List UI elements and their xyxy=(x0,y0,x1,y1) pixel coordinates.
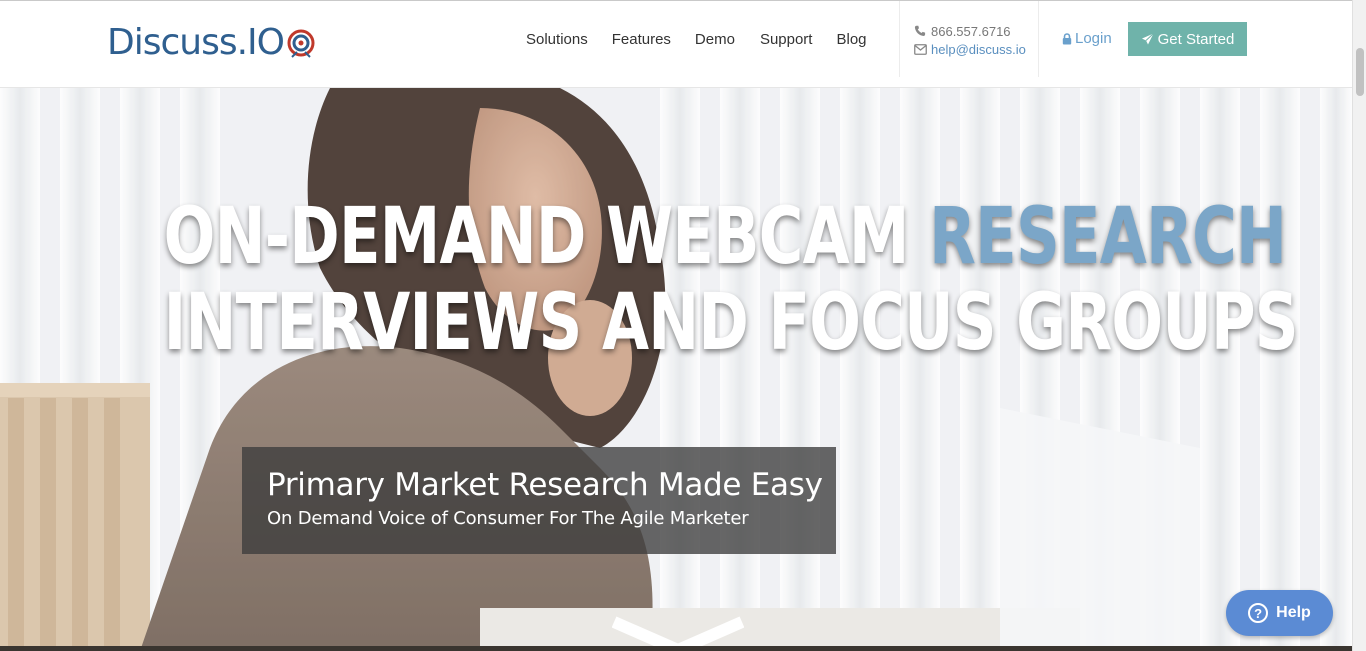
nav-item-solutions[interactable]: Solutions xyxy=(526,31,588,48)
get-started-label: Get Started xyxy=(1157,30,1235,48)
main-nav: Solutions Features Demo Support Blog xyxy=(526,31,891,48)
target-icon xyxy=(287,29,315,58)
phone-icon xyxy=(913,24,927,38)
headline-accent: RESEARCH xyxy=(929,192,1287,283)
tagline-box: Primary Market Research Made Easy On Dem… xyxy=(242,447,836,554)
get-started-button[interactable]: Get Started xyxy=(1128,22,1247,56)
hero-section: ON-DEMAND WEBCAM RESEARCH INTERVIEWS AND… xyxy=(0,88,1352,651)
contact-email-row[interactable]: help@discuss.io xyxy=(913,40,1038,58)
brand-logo[interactable]: Discuss.IO xyxy=(107,19,316,67)
tagline-subtitle: On Demand Voice of Consumer For The Agil… xyxy=(267,508,749,529)
headline-line-2: INTERVIEWS AND FOCUS GROUPS xyxy=(163,278,1299,369)
nav-item-features[interactable]: Features xyxy=(612,31,671,48)
help-label: Help xyxy=(1276,604,1311,621)
logo-text: Discuss.IO xyxy=(107,22,285,63)
rocket-icon xyxy=(1141,32,1154,46)
headline-line-1: ON-DEMAND WEBCAM RESEARCH xyxy=(163,192,1287,283)
hero-background-photo xyxy=(0,88,1352,651)
nav-item-support[interactable]: Support xyxy=(760,31,813,48)
contact-email: help@discuss.io xyxy=(931,41,1026,57)
contact-phone: 866.557.6716 xyxy=(931,23,1011,39)
contact-info: 866.557.6716 help@discuss.io xyxy=(899,1,1039,77)
envelope-icon xyxy=(913,42,927,56)
lock-icon xyxy=(1062,32,1072,45)
headline-part-1: ON-DEMAND WEBCAM xyxy=(163,192,930,283)
scrollbar-thumb[interactable] xyxy=(1356,48,1364,96)
tagline-title: Primary Market Research Made Easy xyxy=(267,467,823,503)
question-circle-icon: ? xyxy=(1248,603,1269,623)
contact-phone-row[interactable]: 866.557.6716 xyxy=(913,22,1038,40)
page-bottom-edge xyxy=(0,646,1352,651)
site-header: Discuss.IO Solutions Features Demo Suppo… xyxy=(0,0,1352,88)
help-button[interactable]: ? Help xyxy=(1226,590,1333,636)
login-label: Login xyxy=(1075,30,1112,47)
page-scrollbar[interactable] xyxy=(1352,0,1366,651)
nav-item-demo[interactable]: Demo xyxy=(695,31,735,48)
login-link[interactable]: Login xyxy=(1062,30,1112,47)
hero-headline: ON-DEMAND WEBCAM RESEARCH INTERVIEWS AND… xyxy=(163,192,1299,369)
nav-item-blog[interactable]: Blog xyxy=(836,31,866,48)
